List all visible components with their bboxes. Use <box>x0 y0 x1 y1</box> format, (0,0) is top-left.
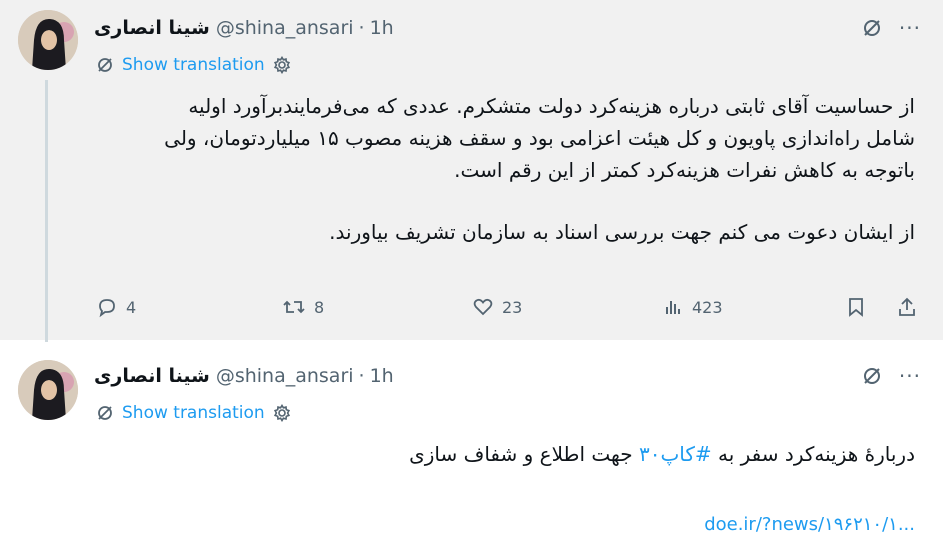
tweet-text-line: شامل راه‌اندازی پاویون و کل هیئت اعزامی … <box>164 126 915 150</box>
bookmark-button[interactable] <box>846 292 866 322</box>
avatar[interactable] <box>18 360 78 420</box>
bar-chart-icon <box>662 296 684 318</box>
retweet-button[interactable]: 8 <box>282 292 324 322</box>
avatar[interactable] <box>18 10 78 70</box>
reply-button[interactable]: 4 <box>96 292 136 322</box>
heart-icon <box>472 296 494 318</box>
view-count: 423 <box>692 297 723 317</box>
tweet-text-line: از حساسیت آقای ثابتی درباره هزینه‌کرد دو… <box>188 94 915 118</box>
tweet-header: شینا انصاری @shina_ansari · 1h <box>94 15 394 41</box>
hashtag-link[interactable]: #کاپ۳۰ <box>639 442 712 466</box>
views-button[interactable]: 423 <box>662 292 723 322</box>
slash-circle-icon[interactable] <box>861 365 883 387</box>
like-count: 23 <box>502 297 523 317</box>
retweet-count: 8 <box>314 297 325 317</box>
gear-icon[interactable] <box>273 404 291 422</box>
more-icon[interactable]: ··· <box>899 16 921 40</box>
like-button[interactable]: 23 <box>472 292 522 322</box>
timestamp[interactable]: 1h <box>370 17 394 39</box>
news-link[interactable]: doe.ir/?news/۱۹۶۲۱۰/۱... <box>704 514 915 535</box>
tweet-text-segment: جهت اطلاع و شفاف سازی <box>409 442 639 466</box>
share-icon <box>896 296 918 318</box>
tweet-top-actions: ··· <box>861 15 921 41</box>
share-button[interactable] <box>896 292 918 322</box>
gear-icon[interactable] <box>273 56 291 74</box>
more-icon[interactable]: ··· <box>899 364 921 388</box>
globe-slash-icon <box>96 404 114 422</box>
show-translation-label[interactable]: Show translation <box>122 55 265 75</box>
author-name[interactable]: شینا انصاری <box>94 17 210 39</box>
tweet-text: دربارهٔ هزینه‌کرد سفر به #کاپ۳۰ جهت اطلا… <box>409 438 915 470</box>
timestamp[interactable]: 1h <box>370 365 394 387</box>
slash-circle-icon[interactable] <box>861 17 883 39</box>
reply-count: 4 <box>126 297 137 317</box>
bookmark-icon <box>846 296 866 318</box>
separator: · <box>358 17 365 39</box>
globe-slash-icon <box>96 56 114 74</box>
tweet-text-line: از ایشان دعوت می کنم جهت بررسی اسناد به … <box>329 220 915 244</box>
retweet-icon <box>282 296 306 318</box>
show-translation-link[interactable]: Show translation <box>96 401 291 425</box>
tweet-top-actions: ··· <box>861 363 921 389</box>
tweet-text: از حساسیت آقای ثابتی درباره هزینه‌کرد دو… <box>164 90 915 248</box>
tweet-text-segment: دربارهٔ هزینه‌کرد سفر به <box>711 442 915 466</box>
author-handle[interactable]: @shina_ansari <box>216 365 354 387</box>
tweet-2[interactable]: شینا انصاری @shina_ansari · 1h ··· Show … <box>0 342 943 551</box>
author-handle[interactable]: @shina_ansari <box>216 17 354 39</box>
tweet-text-line: باتوجه به کاهش نفرات هزینه‌کرد کمتر از ا… <box>454 158 915 182</box>
separator: · <box>358 365 365 387</box>
show-translation-label[interactable]: Show translation <box>122 403 265 423</box>
speech-bubble-icon <box>96 296 118 318</box>
tweet-1[interactable]: شینا انصاری @shina_ansari · 1h ··· Show … <box>0 0 943 342</box>
tweet-header: شینا انصاری @shina_ansari · 1h <box>94 363 394 389</box>
action-bar: 4 8 23 423 <box>0 292 943 322</box>
show-translation-link[interactable]: Show translation <box>96 53 291 77</box>
author-name[interactable]: شینا انصاری <box>94 365 210 387</box>
